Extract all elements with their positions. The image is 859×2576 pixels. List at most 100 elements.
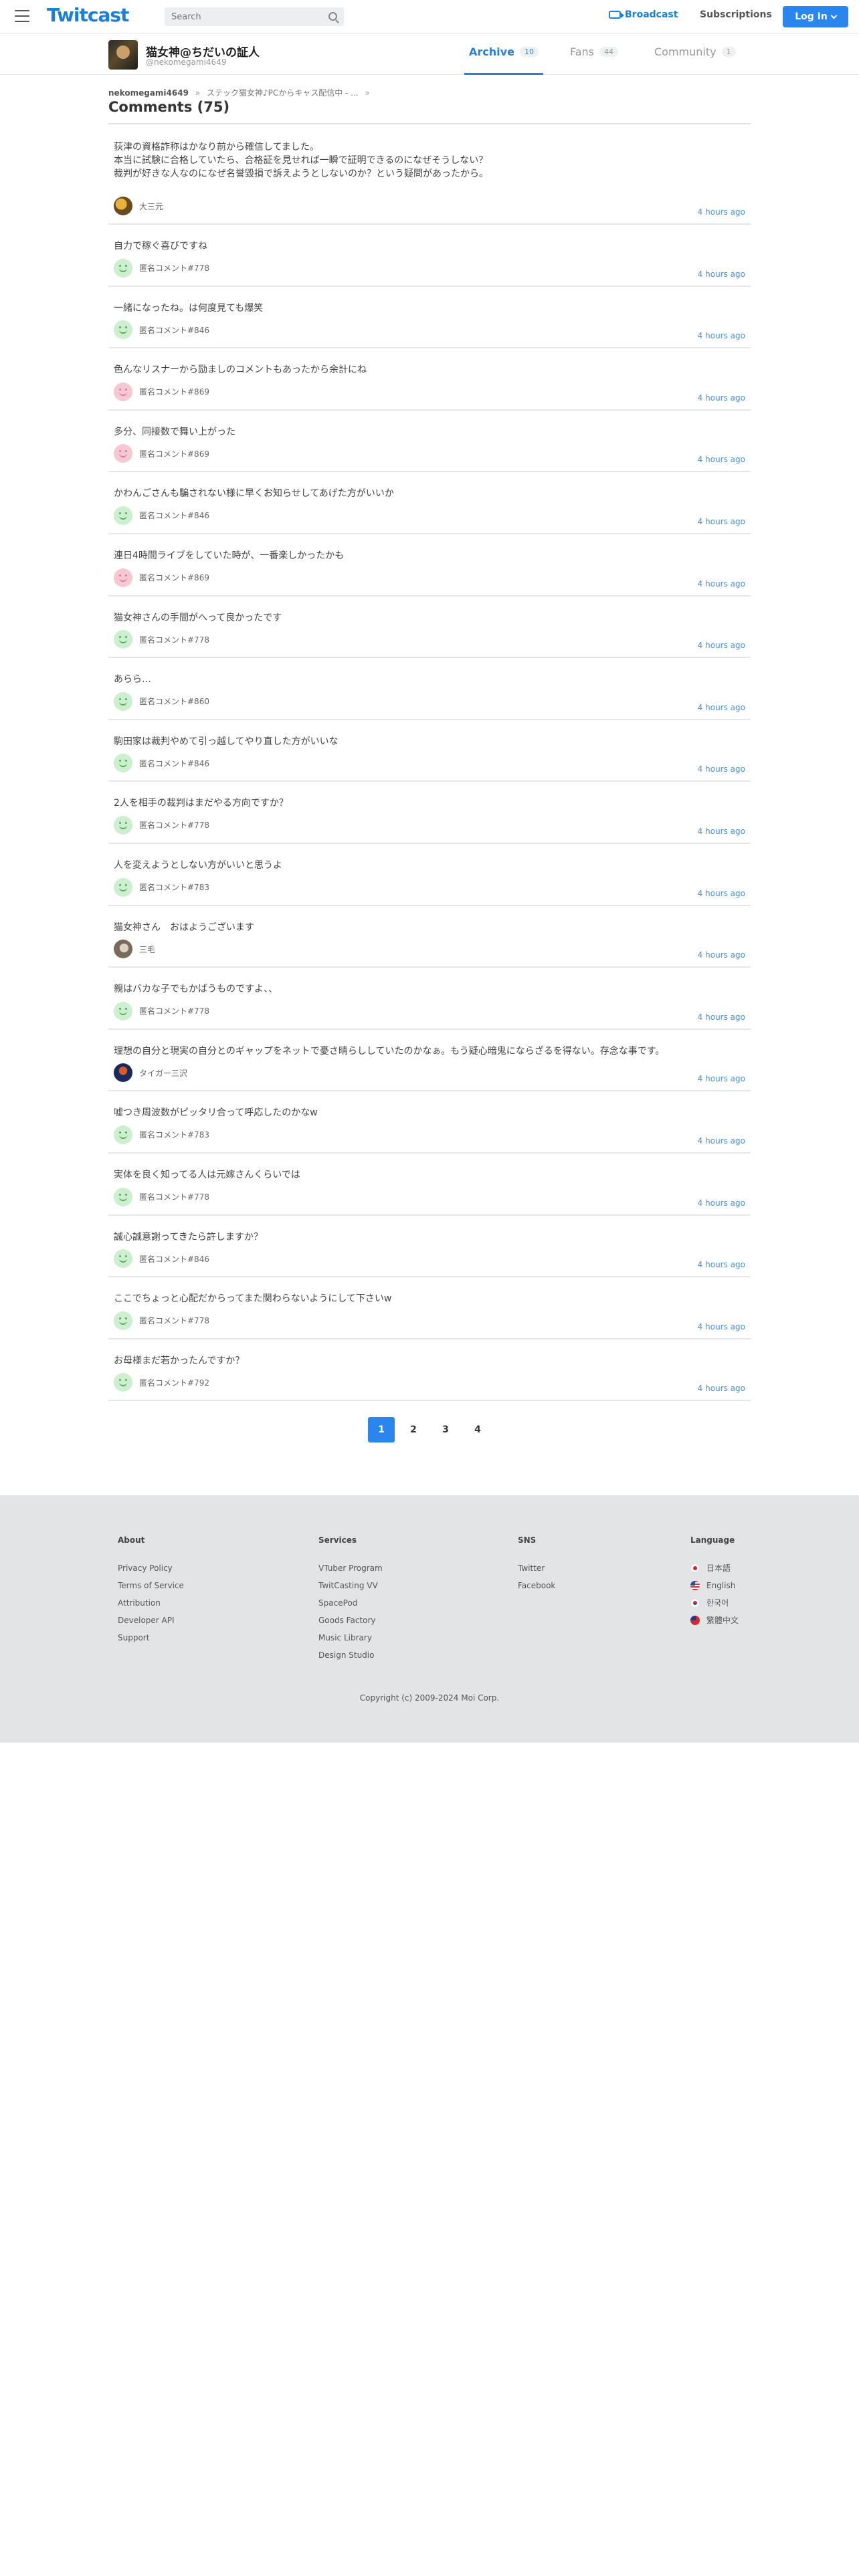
- comment-timestamp[interactable]: 4 hours ago: [698, 393, 745, 403]
- tab-archive[interactable]: Archive 10: [464, 45, 543, 75]
- footer-link-music[interactable]: Music Library: [318, 1629, 383, 1646]
- comment-author[interactable]: 匿名コメント#778: [114, 258, 209, 278]
- comment-author-name[interactable]: タイガー三沢: [139, 1067, 187, 1079]
- comment-author-name[interactable]: 匿名コメント#846: [139, 510, 209, 521]
- broadcast-button[interactable]: Broadcast: [609, 9, 678, 20]
- smiley-avatar-icon[interactable]: [114, 258, 132, 278]
- comment-author-name[interactable]: 匿名コメント#846: [139, 1253, 209, 1265]
- profile-avatar[interactable]: [108, 40, 138, 70]
- footer-link-privacy[interactable]: Privacy Policy: [118, 1560, 184, 1577]
- comment-timestamp[interactable]: 4 hours ago: [698, 1074, 745, 1083]
- page-button-1[interactable]: 1: [368, 1417, 395, 1442]
- smiley-avatar-icon[interactable]: [114, 815, 132, 835]
- comment-timestamp[interactable]: 4 hours ago: [698, 703, 745, 712]
- footer-link-vtuber[interactable]: VTuber Program: [318, 1560, 383, 1577]
- comment-author-name[interactable]: 匿名コメント#778: [139, 1005, 209, 1016]
- search-input[interactable]: [165, 7, 312, 26]
- smiley-avatar-icon[interactable]: [114, 444, 132, 463]
- footer-link-terms[interactable]: Terms of Service: [118, 1577, 184, 1594]
- comment-author-name[interactable]: 三毛: [139, 944, 155, 955]
- smiley-avatar-icon[interactable]: [114, 754, 132, 773]
- smiley-avatar-icon[interactable]: [114, 1001, 132, 1021]
- comment-timestamp[interactable]: 4 hours ago: [698, 1322, 745, 1331]
- breadcrumb-item[interactable]: ステック猫女神♪PCからキャス配信中 - ...: [207, 88, 359, 98]
- search-box[interactable]: [165, 7, 344, 26]
- comment-timestamp[interactable]: 4 hours ago: [698, 579, 745, 588]
- comment-author[interactable]: 三毛: [114, 940, 155, 959]
- smiley-avatar-icon[interactable]: [114, 568, 132, 587]
- comment-timestamp[interactable]: 4 hours ago: [698, 1384, 745, 1393]
- comment-author-name[interactable]: 匿名コメント#869: [139, 386, 209, 397]
- comment-author-name[interactable]: 匿名コメント#846: [139, 324, 209, 336]
- smiley-avatar-icon[interactable]: [114, 1311, 132, 1330]
- smiley-avatar-icon[interactable]: [114, 382, 132, 401]
- comment-author[interactable]: 匿名コメント#846: [114, 320, 209, 340]
- comment-timestamp[interactable]: 4 hours ago: [698, 764, 745, 774]
- smiley-avatar-icon[interactable]: [114, 630, 132, 649]
- comment-author-name[interactable]: 匿名コメント#778: [139, 819, 209, 831]
- page-button-3[interactable]: 3: [432, 1417, 459, 1442]
- language-korean[interactable]: 한국어: [690, 1594, 739, 1612]
- comment-author[interactable]: 匿名コメント#869: [114, 444, 209, 463]
- smiley-avatar-icon[interactable]: [114, 1249, 132, 1269]
- page-button-2[interactable]: 2: [400, 1417, 427, 1442]
- smiley-avatar-icon[interactable]: [114, 1125, 132, 1144]
- footer-link-goods[interactable]: Goods Factory: [318, 1612, 383, 1629]
- footer-link-design[interactable]: Design Studio: [318, 1646, 383, 1664]
- smiley-avatar-icon[interactable]: [114, 320, 132, 340]
- comment-author[interactable]: 匿名コメント#869: [114, 568, 209, 587]
- footer-link-spacepod[interactable]: SpacePod: [318, 1594, 383, 1612]
- comment-author-name[interactable]: 匿名コメント#792: [139, 1377, 209, 1388]
- comment-timestamp[interactable]: 4 hours ago: [698, 889, 745, 898]
- comment-author[interactable]: 匿名コメント#778: [114, 630, 209, 649]
- comment-author[interactable]: 匿名コメント#778: [114, 815, 209, 835]
- smiley-avatar-icon[interactable]: [114, 1373, 132, 1392]
- footer-link-vv[interactable]: TwitCasting VV: [318, 1577, 383, 1594]
- comment-timestamp[interactable]: 4 hours ago: [698, 1136, 745, 1146]
- footer-link-developer-api[interactable]: Developer API: [118, 1612, 184, 1629]
- subscriptions-link[interactable]: Subscriptions: [700, 9, 772, 20]
- comment-author-name[interactable]: 匿名コメント#778: [139, 1191, 209, 1202]
- footer-link-twitter[interactable]: Twitter: [518, 1560, 555, 1577]
- comment-timestamp[interactable]: 4 hours ago: [698, 827, 745, 836]
- comment-author-name[interactable]: 匿名コメント#783: [139, 881, 209, 893]
- footer-link-support[interactable]: Support: [118, 1629, 184, 1646]
- smiley-avatar-icon[interactable]: [114, 1187, 132, 1206]
- tab-fans[interactable]: Fans 44: [570, 45, 619, 75]
- comment-author[interactable]: タイガー三沢: [114, 1063, 187, 1083]
- comment-author-name[interactable]: 匿名コメント#846: [139, 758, 209, 769]
- comment-timestamp[interactable]: 4 hours ago: [698, 331, 745, 340]
- comment-author-name[interactable]: 匿名コメント#783: [139, 1129, 209, 1140]
- avatar[interactable]: [114, 940, 132, 959]
- comment-author-name[interactable]: 匿名コメント#869: [139, 448, 209, 459]
- footer-link-attribution[interactable]: Attribution: [118, 1594, 184, 1612]
- comment-author-name[interactable]: 匿名コメント#778: [139, 262, 209, 274]
- comment-author[interactable]: 大三元: [114, 197, 163, 215]
- language-english[interactable]: English: [690, 1577, 739, 1594]
- comment-author-name[interactable]: 大三元: [139, 201, 163, 212]
- smiley-avatar-icon[interactable]: [114, 691, 132, 711]
- comment-timestamp[interactable]: 4 hours ago: [698, 950, 745, 960]
- comment-timestamp[interactable]: 4 hours ago: [698, 207, 745, 217]
- comment-author-name[interactable]: 匿名コメント#778: [139, 634, 209, 645]
- comment-timestamp[interactable]: 4 hours ago: [698, 1198, 745, 1208]
- comment-author-name[interactable]: 匿名コメント#778: [139, 1315, 209, 1326]
- comment-author-name[interactable]: 匿名コメント#869: [139, 572, 209, 583]
- smiley-avatar-icon[interactable]: [114, 506, 132, 525]
- comment-timestamp[interactable]: 4 hours ago: [698, 455, 745, 464]
- comment-timestamp[interactable]: 4 hours ago: [698, 1012, 745, 1022]
- login-button[interactable]: Log In: [783, 6, 848, 27]
- smiley-avatar-icon[interactable]: [114, 877, 132, 897]
- comment-timestamp[interactable]: 4 hours ago: [698, 517, 745, 526]
- comment-author[interactable]: 匿名コメント#778: [114, 1001, 209, 1021]
- comment-author[interactable]: 匿名コメント#778: [114, 1311, 209, 1330]
- avatar[interactable]: [114, 1063, 132, 1083]
- comment-timestamp[interactable]: 4 hours ago: [698, 270, 745, 279]
- comment-author[interactable]: 匿名コメント#783: [114, 877, 209, 897]
- comment-author[interactable]: 匿名コメント#869: [114, 382, 209, 401]
- breadcrumb-user[interactable]: nekomegami4649: [108, 88, 189, 98]
- tab-community[interactable]: Community 1: [654, 45, 736, 75]
- comment-author[interactable]: 匿名コメント#846: [114, 754, 209, 773]
- comment-author-name[interactable]: 匿名コメント#860: [139, 695, 209, 707]
- page-button-4[interactable]: 4: [464, 1417, 491, 1442]
